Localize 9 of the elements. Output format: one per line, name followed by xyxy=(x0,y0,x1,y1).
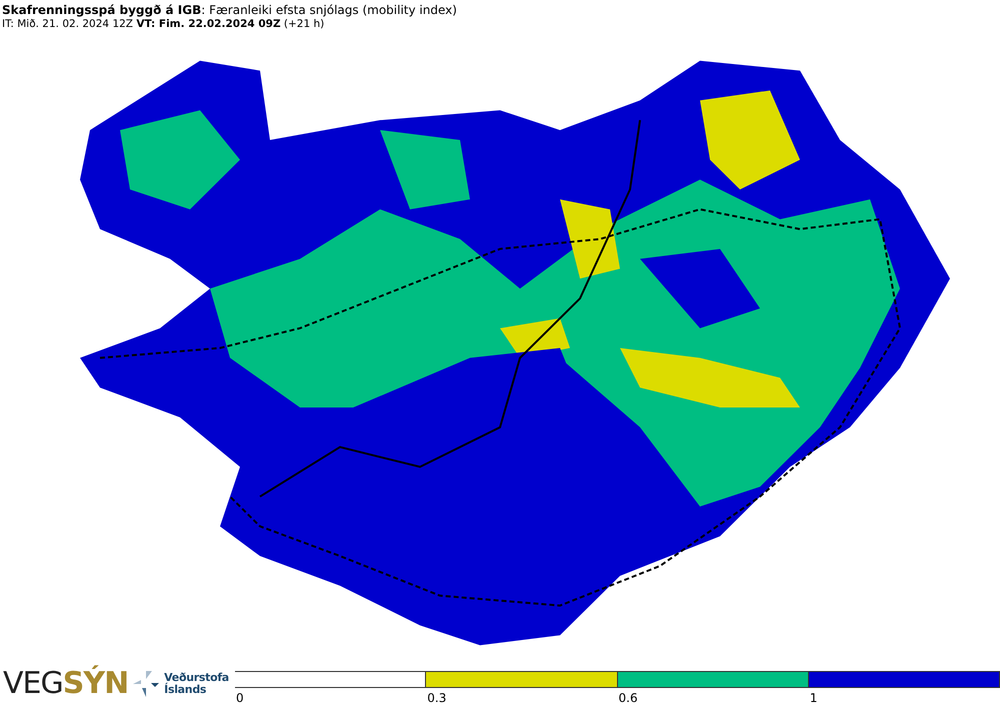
legend-label: 0.3 xyxy=(426,690,448,705)
vegsyn-logo: VEGSÝN xyxy=(2,667,128,701)
forecast-time: IT: Mið. 21. 02. 2024 12Z VT: Fim. 22.02.2024 09Z (+21 h) xyxy=(2,18,326,31)
legend-label: 1 xyxy=(808,690,818,705)
legend-label: 0 xyxy=(235,690,245,705)
vedurstofa-logo: Veðurstofa Íslands xyxy=(164,672,229,696)
map-title: Skafrenningsspá byggð á IGB: Færanleiki efsta snjólags (mobility index) xyxy=(2,3,458,18)
legend-label: 0.6 xyxy=(618,690,639,705)
compass-logo-icon xyxy=(132,670,160,698)
